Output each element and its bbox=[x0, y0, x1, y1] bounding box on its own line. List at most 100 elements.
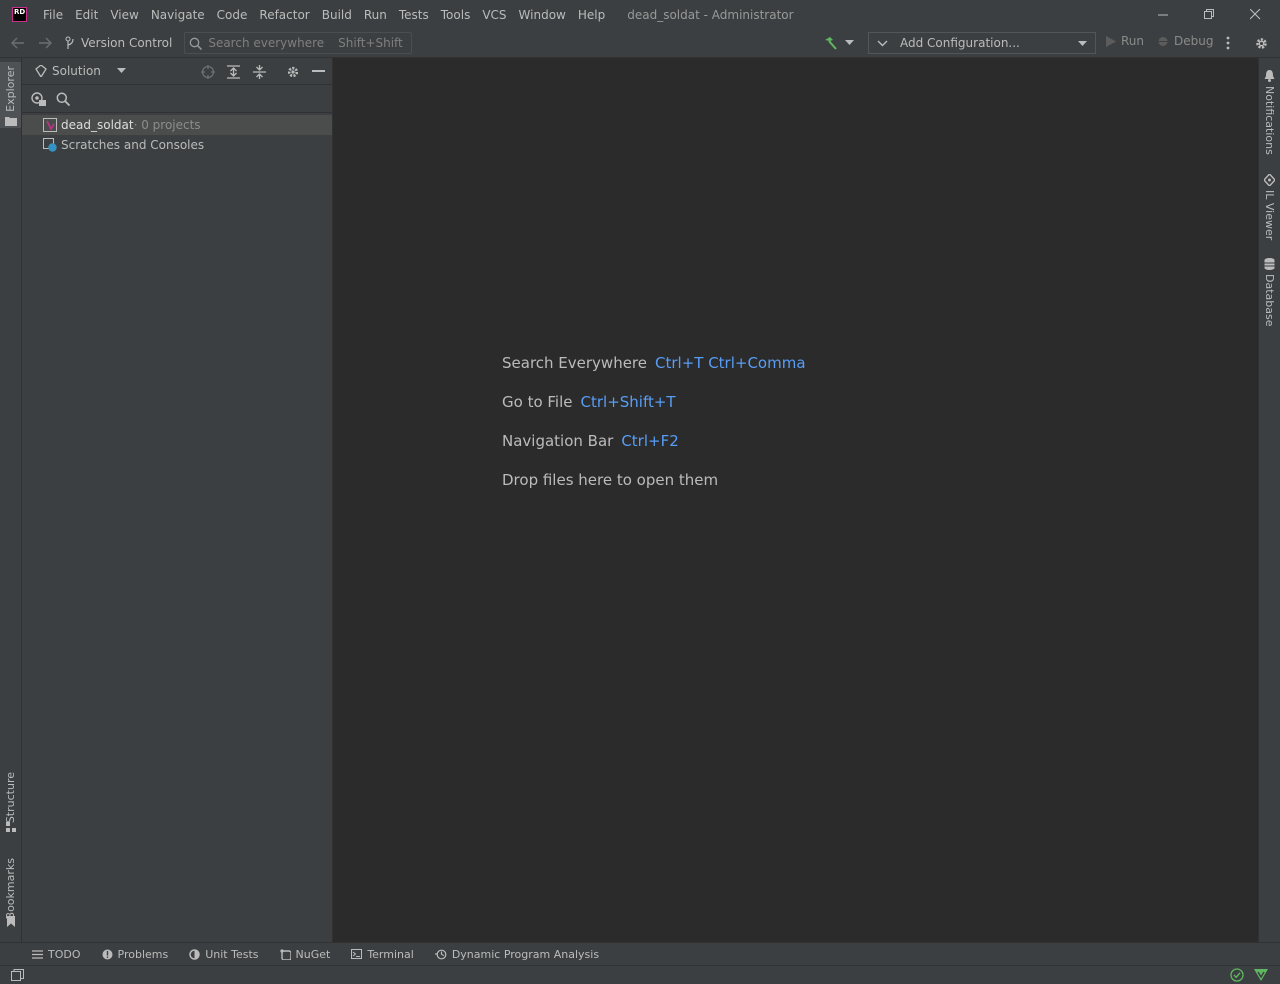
tree-item-label: Scratches and Consoles bbox=[61, 138, 205, 152]
solution-icon bbox=[35, 65, 47, 77]
bookmarks-stripe-label: Bookmarks bbox=[4, 858, 17, 920]
version-control-widget[interactable]: Version Control bbox=[65, 36, 172, 50]
forward-button[interactable] bbox=[37, 37, 53, 49]
tree-item-suffix: · 0 projects bbox=[133, 118, 201, 132]
run-configuration-select[interactable]: Add Configuration... bbox=[868, 32, 1096, 54]
menu-view[interactable]: View bbox=[104, 8, 144, 22]
menu-tests[interactable]: Tests bbox=[393, 8, 435, 22]
bottom-tool-bar: TODO Problems Unit Tests NuGet Terminal … bbox=[0, 942, 1280, 965]
more-actions-button[interactable] bbox=[1226, 36, 1230, 50]
menu-file[interactable]: File bbox=[37, 8, 69, 22]
build-dropdown-button[interactable] bbox=[845, 40, 854, 46]
unit-tests-icon bbox=[189, 948, 200, 960]
structure-stripe-button[interactable]: Structure bbox=[0, 770, 21, 836]
expand-all-icon[interactable] bbox=[227, 65, 240, 79]
menu-tools[interactable]: Tools bbox=[435, 8, 477, 22]
locate-file-icon[interactable] bbox=[201, 65, 215, 79]
hint-search-everywhere: Search Everywhere Ctrl+T Ctrl+Comma bbox=[502, 354, 806, 372]
menu-build[interactable]: Build bbox=[316, 8, 358, 22]
menu-navigate[interactable]: Navigate bbox=[145, 8, 211, 22]
hide-panel-icon[interactable] bbox=[312, 70, 325, 72]
search-shortcut: Shift+Shift bbox=[338, 36, 403, 50]
notifications-stripe-button[interactable]: Notifications bbox=[1259, 68, 1280, 155]
tree-item-scratches[interactable]: Scratches and Consoles bbox=[22, 135, 332, 155]
explorer-panel: Solution dead_soldat · 0 projects Scratc… bbox=[22, 58, 333, 942]
chevron-down-icon bbox=[845, 40, 854, 45]
bookmarks-stripe-button[interactable]: Bookmarks bbox=[0, 856, 21, 932]
tab-unit-tests[interactable]: Unit Tests bbox=[189, 947, 259, 961]
scratches-icon bbox=[43, 138, 57, 152]
menu-refactor[interactable]: Refactor bbox=[253, 8, 315, 22]
tree-item-solution[interactable]: dead_soldat · 0 projects bbox=[22, 115, 332, 135]
check-circle-icon[interactable] bbox=[1230, 968, 1244, 982]
nuget-icon bbox=[279, 948, 291, 960]
debug-button[interactable]: Debug bbox=[1157, 34, 1213, 48]
explorer-header: Solution bbox=[22, 58, 332, 85]
menu-code[interactable]: Code bbox=[211, 8, 254, 22]
config-label: Add Configuration... bbox=[900, 36, 1020, 50]
explorer-stripe-button[interactable]: Explorer bbox=[0, 62, 21, 128]
bell-icon bbox=[1264, 70, 1275, 82]
build-button[interactable] bbox=[822, 35, 838, 51]
arrow-right-icon bbox=[39, 37, 52, 49]
restore-button[interactable] bbox=[1186, 0, 1232, 29]
hint-shortcut: Ctrl+T Ctrl+Comma bbox=[655, 354, 806, 372]
show-all-files-icon[interactable] bbox=[30, 91, 46, 106]
menu-vcs[interactable]: VCS bbox=[476, 8, 512, 22]
tab-problems[interactable]: Problems bbox=[102, 948, 168, 961]
solution-view-label[interactable]: Solution bbox=[52, 64, 101, 78]
tab-label: NuGet bbox=[295, 947, 331, 961]
database-icon bbox=[1264, 258, 1275, 270]
title-bar: RD File Edit View Navigate Code Refactor… bbox=[0, 0, 1280, 29]
hint-label: Search Everywhere bbox=[502, 354, 647, 372]
search-icon[interactable] bbox=[56, 92, 70, 106]
resharper-status-icon[interactable] bbox=[1254, 969, 1268, 981]
search-everywhere-input[interactable]: Search everywhere Shift+Shift bbox=[184, 32, 412, 54]
tab-nuget[interactable]: NuGet bbox=[279, 947, 331, 961]
il-viewer-stripe-label: IL Viewer bbox=[1263, 190, 1276, 241]
back-button[interactable] bbox=[10, 37, 26, 49]
chevron-down-icon[interactable] bbox=[116, 68, 126, 74]
editor-area[interactable]: Search Everywhere Ctrl+T Ctrl+Comma Go to… bbox=[333, 58, 1258, 942]
tree-item-label: dead_soldat bbox=[61, 118, 134, 132]
tab-todo[interactable]: TODO bbox=[32, 948, 81, 961]
window-title: dead_soldat - Administrator bbox=[627, 7, 794, 22]
close-button[interactable] bbox=[1232, 0, 1278, 29]
run-label: Run bbox=[1121, 34, 1145, 48]
hammer-icon bbox=[825, 37, 837, 50]
branch-icon bbox=[65, 36, 74, 49]
hint-navigation-bar: Navigation Bar Ctrl+F2 bbox=[502, 432, 679, 450]
tab-label: TODO bbox=[48, 947, 81, 961]
version-control-label: Version Control bbox=[81, 36, 173, 50]
hint-go-to-file: Go to File Ctrl+Shift+T bbox=[502, 393, 676, 411]
chevron-down-icon bbox=[877, 40, 888, 46]
hint-shortcut: Ctrl+F2 bbox=[621, 432, 679, 450]
tab-dynamic-program-analysis[interactable]: Dynamic Program Analysis bbox=[434, 948, 599, 961]
database-stripe-button[interactable]: Database bbox=[1259, 256, 1280, 327]
tab-label: Unit Tests bbox=[205, 947, 259, 961]
restore-icon bbox=[1203, 9, 1214, 19]
il-viewer-stripe-button[interactable]: IL Viewer bbox=[1259, 172, 1280, 241]
arrow-left-icon bbox=[11, 37, 24, 49]
more-vertical-icon bbox=[1226, 36, 1230, 50]
menu-run[interactable]: Run bbox=[358, 8, 393, 22]
rider-logo-icon: RD bbox=[12, 7, 27, 22]
il-viewer-icon bbox=[1264, 174, 1275, 186]
menu-edit[interactable]: Edit bbox=[69, 8, 104, 22]
database-stripe-label: Database bbox=[1263, 274, 1276, 327]
minimize-button[interactable] bbox=[1140, 0, 1186, 29]
tab-terminal[interactable]: Terminal bbox=[351, 948, 414, 961]
settings-button[interactable] bbox=[1254, 36, 1269, 51]
collapse-all-icon[interactable] bbox=[253, 65, 266, 79]
dropdown-arrow-icon bbox=[1078, 41, 1087, 46]
gear-icon bbox=[1256, 38, 1267, 49]
hint-drop-files: Drop files here to open them bbox=[502, 471, 718, 489]
run-button[interactable]: Run bbox=[1106, 34, 1144, 48]
hint-label: Navigation Bar bbox=[502, 432, 614, 450]
gear-icon[interactable] bbox=[286, 65, 300, 79]
menu-window[interactable]: Window bbox=[513, 8, 572, 22]
toggle-tool-windows-icon[interactable] bbox=[11, 969, 24, 981]
hint-label: Drop files here to open them bbox=[502, 471, 719, 489]
menu-help[interactable]: Help bbox=[572, 8, 611, 22]
explorer-stripe-label: Explorer bbox=[4, 66, 17, 112]
